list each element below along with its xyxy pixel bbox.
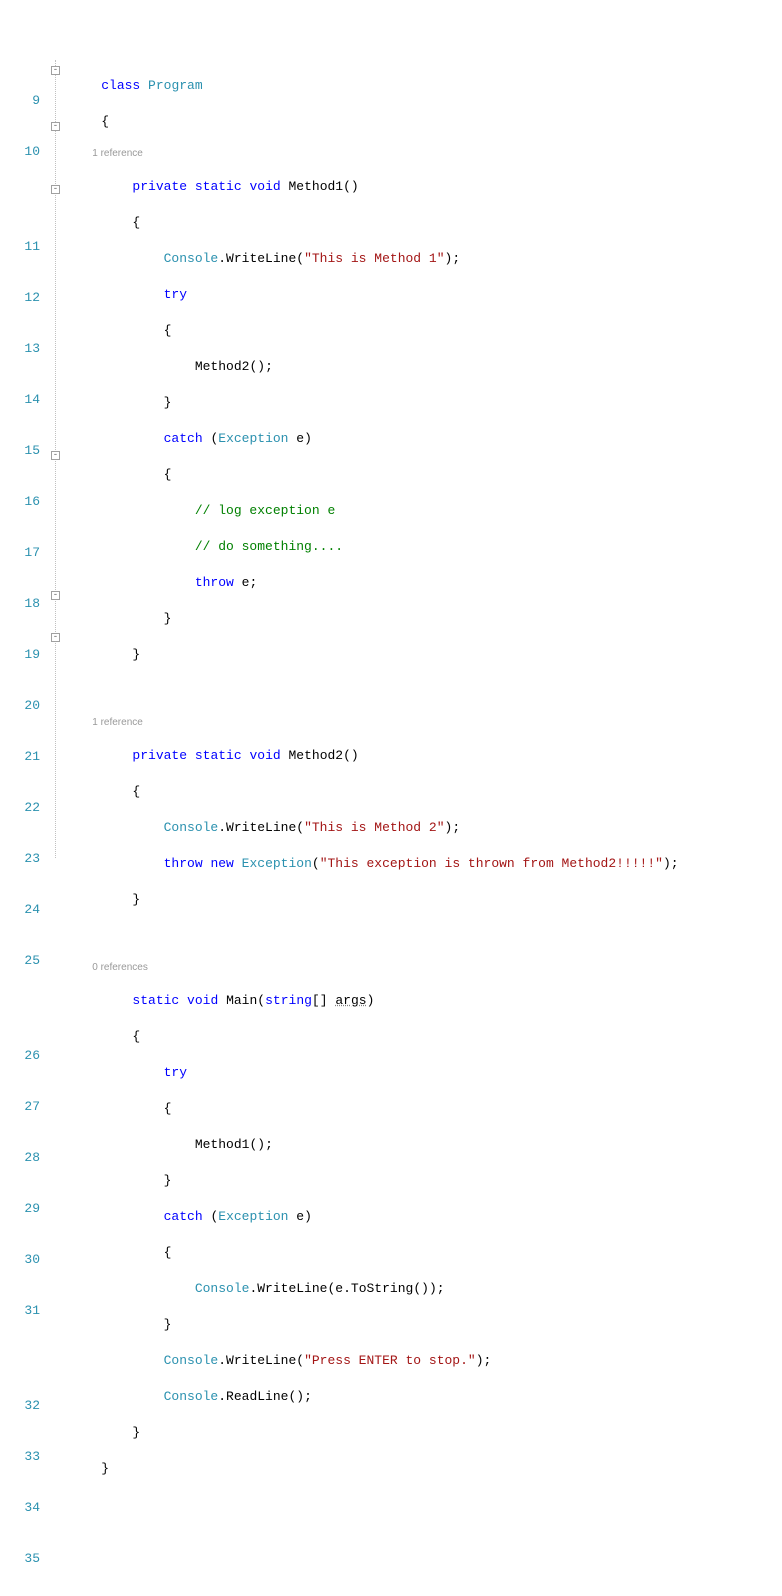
code-line[interactable]: private static void Method1() [70, 176, 782, 197]
line-number [0, 192, 40, 206]
code-line[interactable]: class Program [70, 75, 782, 96]
line-number: 25 [0, 950, 40, 971]
line-number: 23 [0, 848, 40, 869]
line-number: 21 [0, 746, 40, 767]
code-line[interactable]: // log exception e [70, 500, 782, 521]
line-number: 27 [0, 1096, 40, 1117]
code-line[interactable]: Console.WriteLine(e.ToString()); [70, 1278, 782, 1299]
line-number: 19 [0, 644, 40, 665]
line-number: 9 [0, 90, 40, 111]
code-area[interactable]: class Program { 1 reference private stat… [66, 60, 782, 858]
line-number: 20 [0, 695, 40, 716]
code-line[interactable]: { [70, 781, 782, 802]
code-line[interactable]: } [70, 1458, 782, 1479]
code-line[interactable]: Console.WriteLine("This is Method 2"); [70, 817, 782, 838]
code-line[interactable]: } [70, 1170, 782, 1191]
code-line[interactable]: private static void Method2() [70, 745, 782, 766]
code-line[interactable]: catch (Exception e) [70, 428, 782, 449]
fold-toggle-icon[interactable]: - [51, 633, 60, 642]
line-number: 30 [0, 1249, 40, 1270]
line-number: 17 [0, 542, 40, 563]
code-line[interactable]: } [70, 608, 782, 629]
code-line[interactable]: { [70, 464, 782, 485]
line-number [0, 1001, 40, 1015]
line-number: 32 [0, 1395, 40, 1416]
line-number: 28 [0, 1147, 40, 1168]
fold-toggle-icon[interactable]: - [51, 591, 60, 600]
line-number: 22 [0, 797, 40, 818]
line-number: 12 [0, 287, 40, 308]
line-number: 16 [0, 491, 40, 512]
code-line[interactable]: } [70, 644, 782, 665]
code-line[interactable]: Console.ReadLine(); [70, 1386, 782, 1407]
code-line[interactable] [70, 680, 782, 701]
line-number: 35 [0, 1548, 40, 1569]
fold-toggle-icon[interactable]: - [51, 122, 60, 131]
line-number: 18 [0, 593, 40, 614]
code-line[interactable]: } [70, 392, 782, 413]
code-line[interactable]: { [70, 212, 782, 233]
code-line[interactable]: } [70, 1314, 782, 1335]
line-number: 33 [0, 1446, 40, 1467]
code-line[interactable]: { [70, 1026, 782, 1047]
code-line[interactable]: { [70, 111, 782, 132]
code-line[interactable]: try [70, 1062, 782, 1083]
code-editor[interactable]: 9 10 11 12 13 14 15 16 17 18 19 20 21 22… [0, 60, 782, 858]
line-number-gutter: 9 10 11 12 13 14 15 16 17 18 19 20 21 22… [0, 60, 48, 858]
code-line[interactable]: Console.WriteLine("Press ENTER to stop."… [70, 1350, 782, 1371]
fold-toggle-icon[interactable]: - [51, 66, 60, 75]
code-line[interactable]: static void Main(string[] args) [70, 990, 782, 1011]
codelens[interactable]: 1 reference [70, 716, 782, 730]
code-line[interactable]: { [70, 1242, 782, 1263]
line-number: 11 [0, 236, 40, 257]
code-line[interactable]: { [70, 320, 782, 341]
line-number: 34 [0, 1497, 40, 1518]
code-line[interactable]: Method2(); [70, 356, 782, 377]
codelens[interactable]: 1 reference [70, 147, 782, 161]
code-line[interactable]: catch (Exception e) [70, 1206, 782, 1227]
line-number: 13 [0, 338, 40, 359]
line-number: 10 [0, 141, 40, 162]
code-line[interactable] [70, 925, 782, 946]
line-number: 15 [0, 440, 40, 461]
keyword: class [101, 78, 140, 93]
code-line[interactable]: } [70, 889, 782, 910]
fold-column: - - - - - - [48, 60, 66, 858]
code-line[interactable]: Console.WriteLine("This is Method 1"); [70, 248, 782, 269]
code-line[interactable]: try [70, 284, 782, 305]
fold-toggle-icon[interactable]: - [51, 185, 60, 194]
line-number: 14 [0, 389, 40, 410]
type-name: Program [148, 78, 203, 93]
codelens[interactable]: 0 references [70, 961, 782, 975]
fold-toggle-icon[interactable]: - [51, 451, 60, 460]
code-line[interactable]: throw e; [70, 572, 782, 593]
code-line[interactable]: } [70, 1422, 782, 1443]
line-number: 31 [0, 1300, 40, 1321]
code-line[interactable]: Method1(); [70, 1134, 782, 1155]
code-line[interactable]: // do something.... [70, 536, 782, 557]
code-line[interactable]: throw new Exception("This exception is t… [70, 853, 782, 874]
code-line[interactable]: { [70, 1098, 782, 1119]
line-number: 24 [0, 899, 40, 920]
line-number [0, 1351, 40, 1365]
line-number: 26 [0, 1045, 40, 1066]
line-number: 29 [0, 1198, 40, 1219]
